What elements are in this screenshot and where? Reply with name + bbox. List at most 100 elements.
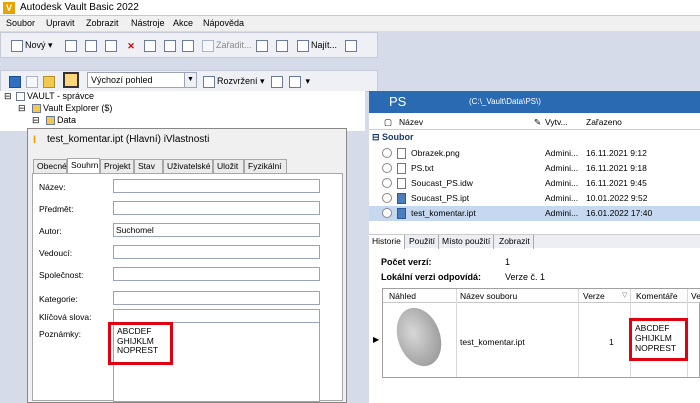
row-pointer-icon: ▶ bbox=[373, 335, 380, 344]
status-icon bbox=[382, 208, 392, 218]
col-nazev-souboru[interactable]: Název souboru bbox=[460, 291, 517, 301]
refresh-button[interactable] bbox=[65, 38, 79, 53]
vault-logo-icon: V bbox=[3, 2, 15, 14]
field-label-poznamky: Poznámky: bbox=[39, 329, 82, 339]
refresh-icon bbox=[65, 39, 77, 52]
back-button[interactable] bbox=[9, 74, 23, 89]
tab-misto-pouziti[interactable]: Místo použití bbox=[439, 235, 495, 249]
columns-button[interactable]: ▾ bbox=[289, 74, 310, 89]
title-field[interactable] bbox=[113, 179, 320, 193]
up-folder-button[interactable] bbox=[43, 74, 57, 89]
menu-zobrazit[interactable]: Zobrazit bbox=[86, 18, 119, 28]
folder-icon bbox=[32, 104, 41, 114]
tab-historie[interactable]: Historie bbox=[369, 235, 405, 249]
assign-button[interactable]: Zařadit... bbox=[202, 38, 252, 53]
tab-fyzikalni[interactable]: Fyzikální bbox=[244, 159, 287, 173]
local-version-label: Lokální verzi odpovídá: bbox=[381, 272, 482, 282]
tab-obecne[interactable]: Obecné bbox=[33, 159, 67, 173]
file-row[interactable]: Obrazek.png Admini... 16.11.2021 9:12 bbox=[369, 146, 700, 161]
navigation-pane-button[interactable] bbox=[63, 72, 81, 88]
menu-akce[interactable]: Akce bbox=[173, 18, 193, 28]
tree-expand-icon[interactable]: ⊟ bbox=[18, 103, 26, 114]
file-row[interactable]: PS.txt Admini... 16.11.2021 9:18 bbox=[369, 161, 700, 176]
tab-uzivatelske[interactable]: Uživatelské bbox=[163, 159, 213, 173]
col-nazev[interactable]: Název bbox=[399, 117, 423, 127]
columns-icon bbox=[289, 75, 301, 88]
add-files-button[interactable] bbox=[164, 38, 178, 53]
tab-projekt[interactable]: Projekt bbox=[100, 159, 134, 173]
author-field[interactable]: Suchomel bbox=[113, 223, 320, 237]
company-field[interactable] bbox=[113, 267, 320, 281]
tab-ulozit[interactable]: Uložit bbox=[213, 159, 244, 173]
file-row[interactable]: Soucast_PS.ipt Admini... 10.01.2022 9:52 bbox=[369, 191, 700, 206]
attach-button[interactable] bbox=[144, 38, 158, 53]
status-icon bbox=[382, 163, 392, 173]
history-button[interactable] bbox=[276, 38, 290, 53]
folder-pane: PS (C:\_Vault\Data\PS\) ▢ Název ✎ Vytv..… bbox=[369, 91, 700, 403]
local-version-value: Verze č. 1 bbox=[505, 272, 546, 282]
vault-root-item[interactable]: VAULT - správce bbox=[16, 91, 94, 102]
layout-panel-icon bbox=[271, 75, 283, 88]
col-verze[interactable]: Verze bbox=[583, 291, 605, 301]
detail-tabs: Historie Použití Místo použití Zobrazit bbox=[369, 234, 700, 249]
group-soubor[interactable]: ⊟ Soubor bbox=[372, 132, 414, 143]
checkout-button[interactable] bbox=[256, 38, 270, 53]
edit-icon: ✎ bbox=[534, 117, 542, 127]
col-vytvoril[interactable]: Vytv... bbox=[545, 117, 568, 127]
copy-icon bbox=[182, 39, 194, 52]
find-button[interactable]: Najít... bbox=[297, 38, 337, 53]
new-button[interactable]: Nový ▾ bbox=[11, 38, 53, 53]
binoculars-icon bbox=[297, 39, 309, 52]
sidebar-toggle-button[interactable] bbox=[345, 38, 359, 53]
view-select[interactable]: Výchozí pohled ▼ bbox=[87, 72, 197, 88]
col-komentare[interactable]: Komentáře bbox=[636, 291, 678, 301]
col-nahled[interactable]: Náhled bbox=[389, 291, 416, 301]
history-table-header: Náhled Název souboru Verze ▽ Komentáře V… bbox=[383, 289, 700, 303]
preview-button[interactable] bbox=[105, 38, 119, 53]
col-ve[interactable]: Ve bbox=[691, 291, 700, 301]
part-thumbnail bbox=[389, 301, 449, 373]
tree-expand-icon[interactable]: ⊟ bbox=[4, 91, 12, 102]
menu-nastroje[interactable]: Nástroje bbox=[131, 18, 165, 28]
tree-expand-icon[interactable]: ⊟ bbox=[32, 115, 40, 126]
menu-bar: Soubor Upravit Zobrazit Nástroje Akce Ná… bbox=[0, 16, 700, 31]
forward-button[interactable] bbox=[26, 74, 40, 89]
chevron-down-icon[interactable]: ▼ bbox=[184, 73, 196, 87]
print-button[interactable] bbox=[85, 38, 99, 53]
tab-pouziti[interactable]: Použití bbox=[406, 235, 439, 249]
layout-button[interactable]: Rozvržení ▾ bbox=[203, 74, 265, 89]
status-icon bbox=[382, 148, 392, 158]
menu-napoveda[interactable]: Nápověda bbox=[203, 18, 244, 28]
menu-upravit[interactable]: Upravit bbox=[46, 18, 75, 28]
subject-field[interactable] bbox=[113, 201, 320, 215]
col-zarazeno[interactable]: Zařazeno bbox=[586, 117, 622, 127]
folder-icon bbox=[46, 116, 55, 126]
collapse-icon[interactable]: ⊟ bbox=[372, 132, 382, 142]
manager-field[interactable] bbox=[113, 245, 320, 259]
field-label-autor: Autor: bbox=[39, 226, 62, 236]
category-field[interactable] bbox=[113, 291, 320, 305]
field-label-kategorie: Kategorie: bbox=[39, 294, 78, 304]
version-count-value: 1 bbox=[505, 257, 511, 267]
data-folder-item[interactable]: Data bbox=[46, 115, 76, 126]
copy-button[interactable] bbox=[182, 38, 196, 53]
part-file-icon bbox=[397, 193, 406, 204]
delete-button[interactable]: ✕ bbox=[125, 38, 139, 53]
tab-zobrazit[interactable]: Zobrazit bbox=[496, 235, 534, 249]
summary-panel: Název: Předmět: Autor: Suchomel Vedoucí:… bbox=[32, 173, 343, 402]
assign-icon bbox=[202, 39, 214, 52]
highlight-box bbox=[629, 318, 688, 361]
history-icon bbox=[276, 39, 288, 52]
explorer-item[interactable]: Vault Explorer ($) bbox=[32, 103, 112, 114]
menu-soubor[interactable]: Soubor bbox=[6, 18, 35, 28]
layout-panel-button[interactable] bbox=[271, 74, 285, 89]
keywords-field[interactable] bbox=[113, 309, 320, 323]
navigation-tree: ⊟ VAULT - správce ⊟ Vault Explorer ($) ⊟… bbox=[0, 91, 365, 131]
file-row-selected[interactable]: test_komentar.ipt Admini... 16.01.2022 1… bbox=[369, 206, 700, 221]
tab-stav[interactable]: Stav bbox=[134, 159, 163, 173]
title-bar: V Autodesk Vault Basic 2022 bbox=[0, 0, 700, 16]
history-file-name: test_komentar.ipt bbox=[460, 337, 525, 347]
sort-icon[interactable]: ▽ bbox=[622, 291, 627, 299]
tab-souhrn[interactable]: Souhrn bbox=[67, 158, 100, 173]
file-row[interactable]: Soucast_PS.idw Admini... 16.11.2021 9:45 bbox=[369, 176, 700, 191]
